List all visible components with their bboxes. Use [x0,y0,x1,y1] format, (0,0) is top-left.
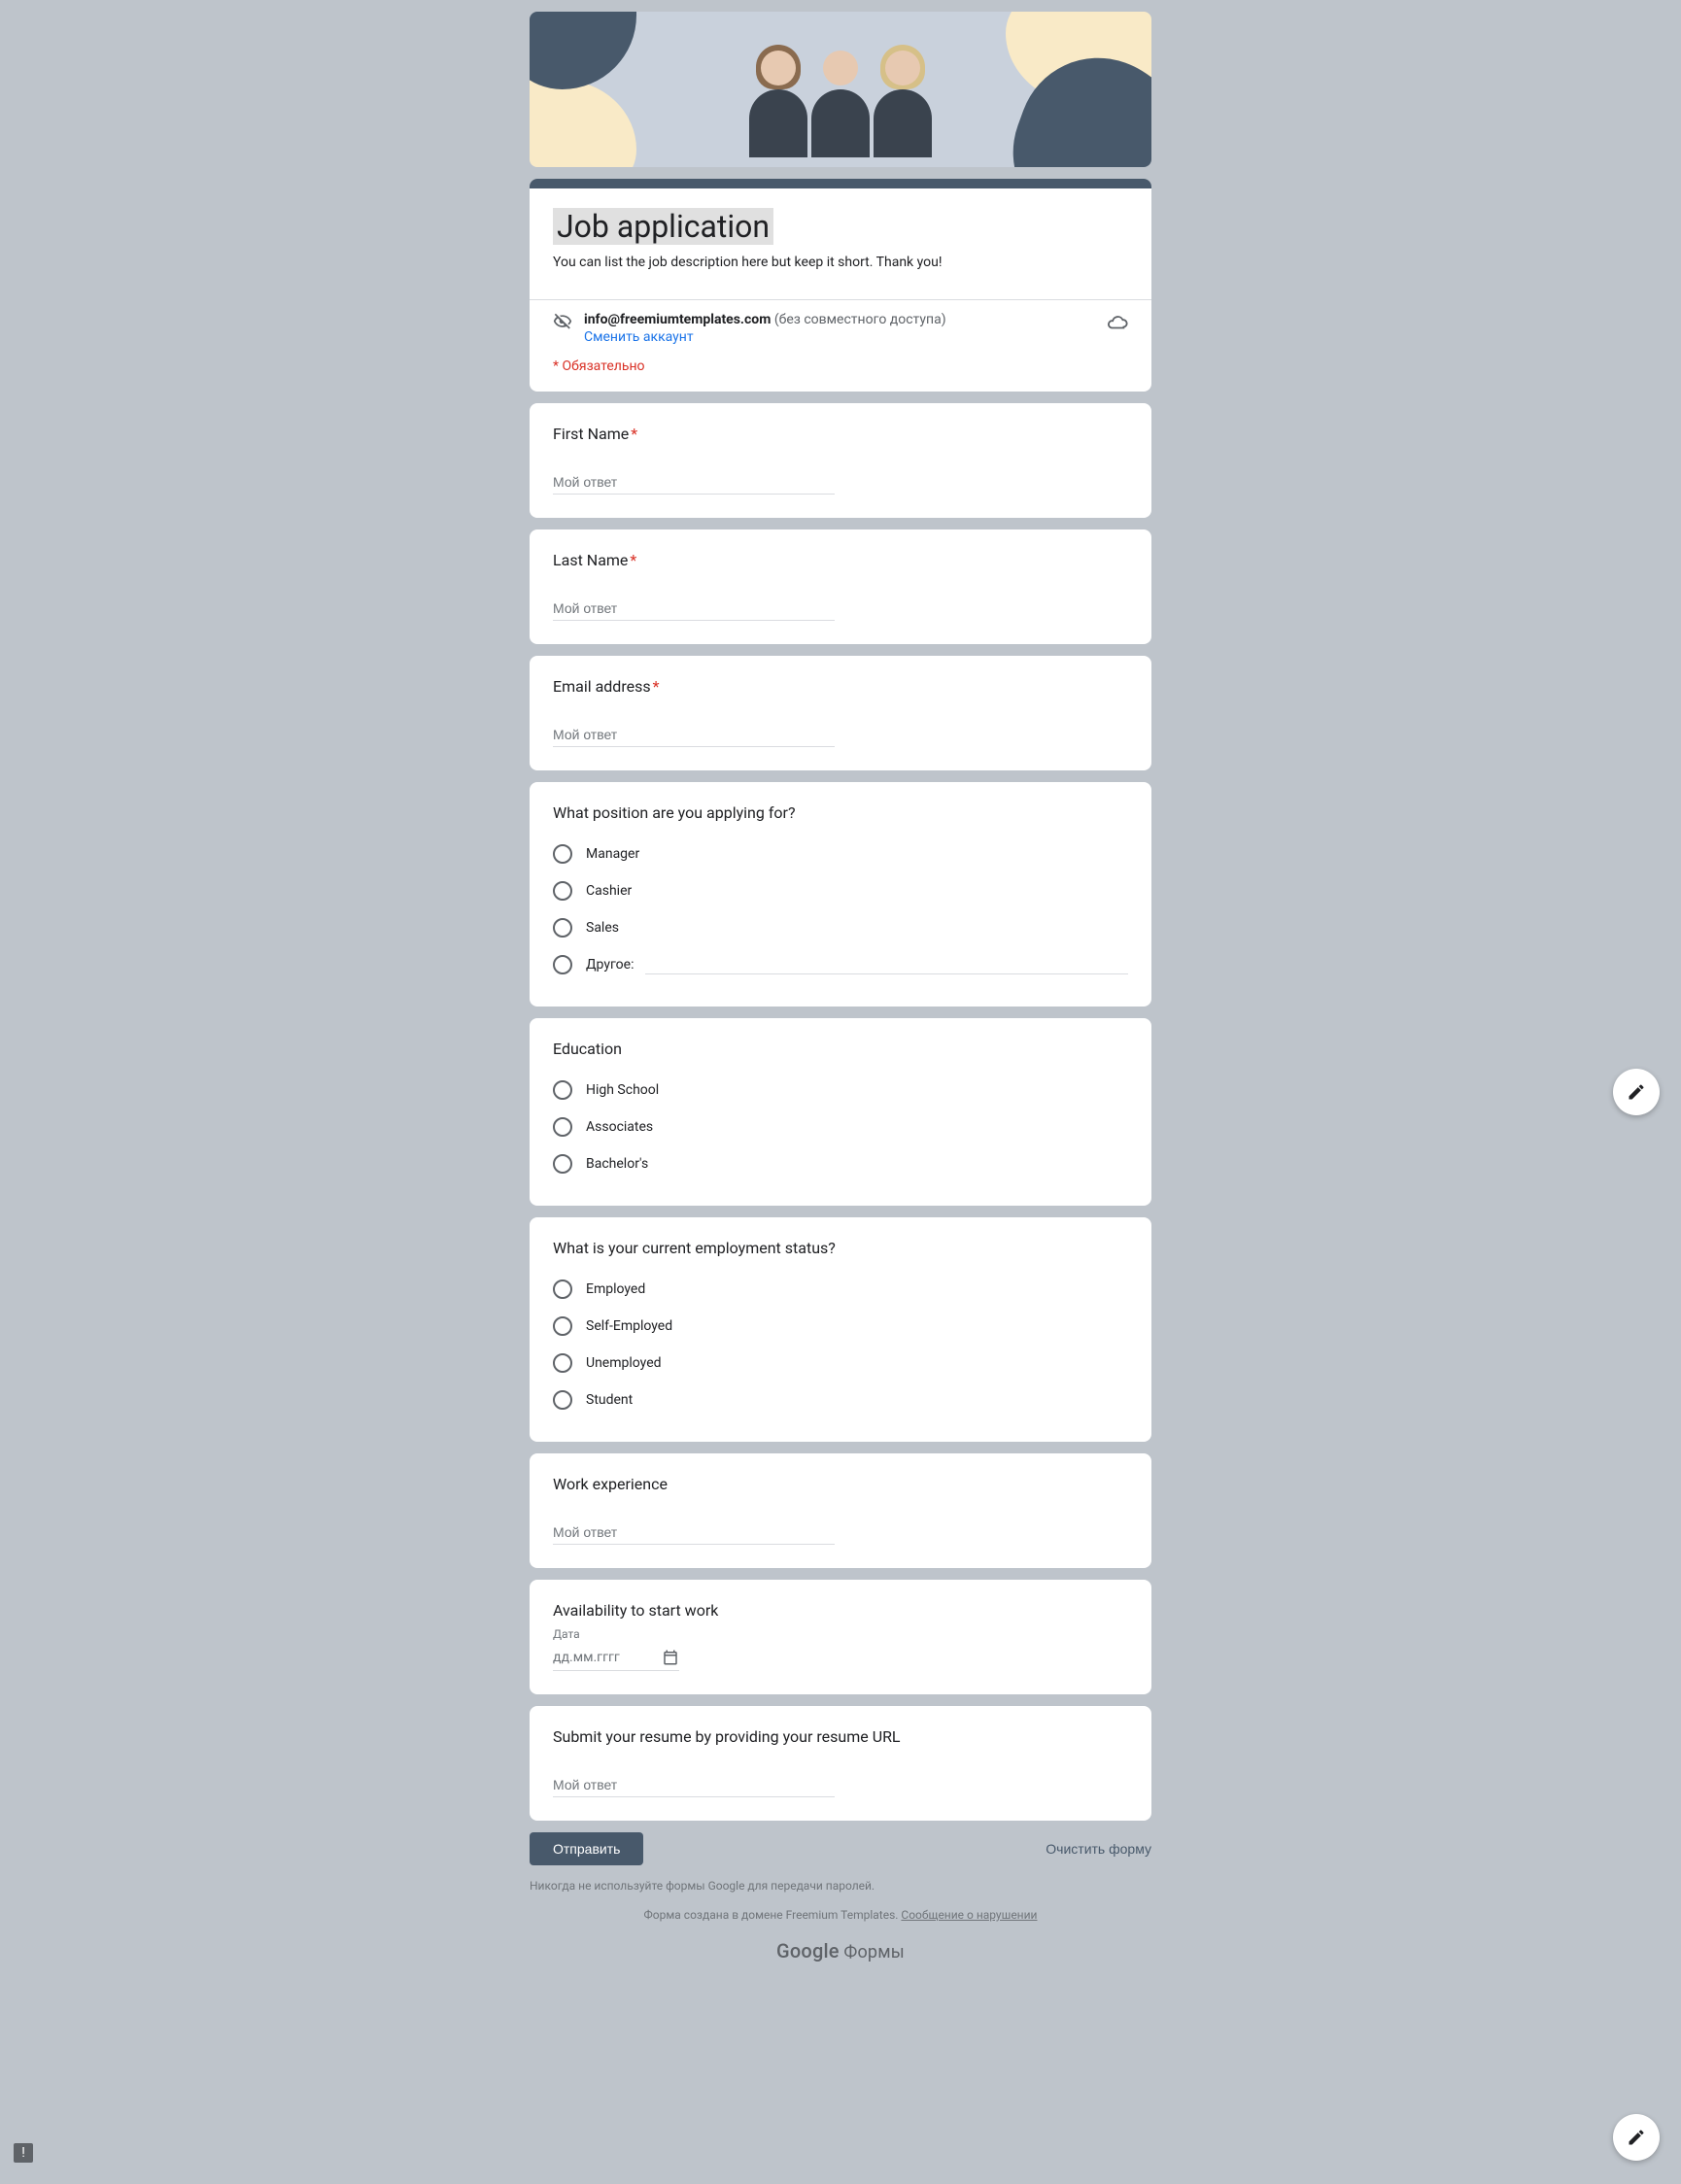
header-accent-bar [530,179,1151,188]
question-position: What position are you applying for? Mana… [530,782,1151,1007]
banner-shape [530,80,636,167]
radio-icon [553,1117,572,1137]
radio-option[interactable]: Self-Employed [553,1308,1128,1345]
account-no-share: (без совместного доступа) [774,312,946,327]
question-work-experience: Work experience [530,1453,1151,1568]
radio-option[interactable]: Manager [553,836,1128,872]
form-header-card: Job application You can list the job des… [530,179,1151,392]
form-description: You can list the job description here bu… [553,255,1128,270]
radio-icon [553,1390,572,1410]
radio-option[interactable]: High School [553,1072,1128,1109]
form-banner [530,12,1151,167]
radio-icon [553,881,572,901]
password-disclaimer: Никогда не используйте формы Google для … [530,1879,1151,1893]
radio-option[interactable]: Student [553,1382,1128,1418]
alert-icon: ! [21,2145,25,2161]
question-first-name: First Name* [530,403,1151,518]
required-indicator: * Обязательно [530,345,1151,392]
radio-option[interactable]: Unemployed [553,1345,1128,1382]
question-label: Availability to start work [553,1601,1128,1620]
last-name-input[interactable] [553,595,835,621]
cloud-icon [1107,312,1128,333]
question-label: Email address* [553,677,1128,696]
question-last-name: Last Name* [530,529,1151,644]
google-forms-brand[interactable]: Google Формы [530,1939,1151,1962]
resume-url-input[interactable] [553,1771,835,1797]
date-placeholder: дд.мм.гггг [553,1650,662,1665]
question-label: What position are you applying for? [553,803,1128,822]
pencil-icon [1627,1082,1646,1102]
domain-line: Форма создана в домене Freemium Template… [530,1908,1151,1922]
radio-icon [553,1280,572,1299]
question-label: Submit your resume by providing your res… [553,1727,1128,1746]
edit-fab-button[interactable] [1613,1069,1660,1115]
question-resume-url: Submit your resume by providing your res… [530,1706,1151,1821]
question-email: Email address* [530,656,1151,770]
email-input[interactable] [553,721,835,747]
radio-option[interactable]: Bachelor's [553,1145,1128,1182]
radio-icon [553,918,572,938]
question-label: Education [553,1040,1128,1058]
visibility-off-icon [553,312,572,331]
radio-icon [553,955,572,974]
question-label: First Name* [553,425,1128,443]
radio-option[interactable]: Employed [553,1271,1128,1308]
radio-option[interactable]: Cashier [553,872,1128,909]
radio-icon [553,844,572,864]
question-label: Work experience [553,1475,1128,1493]
work-experience-input[interactable] [553,1519,835,1545]
banner-shape [530,12,636,89]
question-employment: What is your current employment status? … [530,1217,1151,1442]
radio-icon [553,1353,572,1373]
radio-option[interactable]: Associates [553,1109,1128,1145]
radio-option-other[interactable]: Другое: [553,946,1128,983]
account-email: info@freemiumtemplates.com [584,312,771,327]
switch-account-link[interactable]: Сменить аккаунт [584,329,1107,345]
banner-people [747,51,934,167]
date-input[interactable]: дд.мм.гггг [553,1645,679,1671]
radio-icon [553,1316,572,1336]
radio-icon [553,1080,572,1100]
question-education: Education High School Associates Bachelo… [530,1018,1151,1206]
first-name-input[interactable] [553,468,835,495]
report-problem-button[interactable]: ! [14,2143,33,2163]
report-abuse-link[interactable]: Сообщение о нарушении [901,1908,1037,1922]
radio-option[interactable]: Sales [553,909,1128,946]
calendar-icon [662,1649,679,1666]
form-title: Job application [553,208,773,245]
radio-icon [553,1154,572,1174]
other-text-input[interactable] [645,955,1128,974]
pencil-icon [1627,2128,1646,2147]
question-label: Last Name* [553,551,1128,569]
submit-button[interactable]: Отправить [530,1832,643,1865]
clear-form-button[interactable]: Очистить форму [1046,1841,1151,1857]
question-availability: Availability to start work Дата дд.мм.гг… [530,1580,1151,1694]
edit-fab-button-bottom[interactable] [1613,2114,1660,2161]
date-sublabel: Дата [553,1627,1128,1641]
question-label: What is your current employment status? [553,1239,1128,1257]
